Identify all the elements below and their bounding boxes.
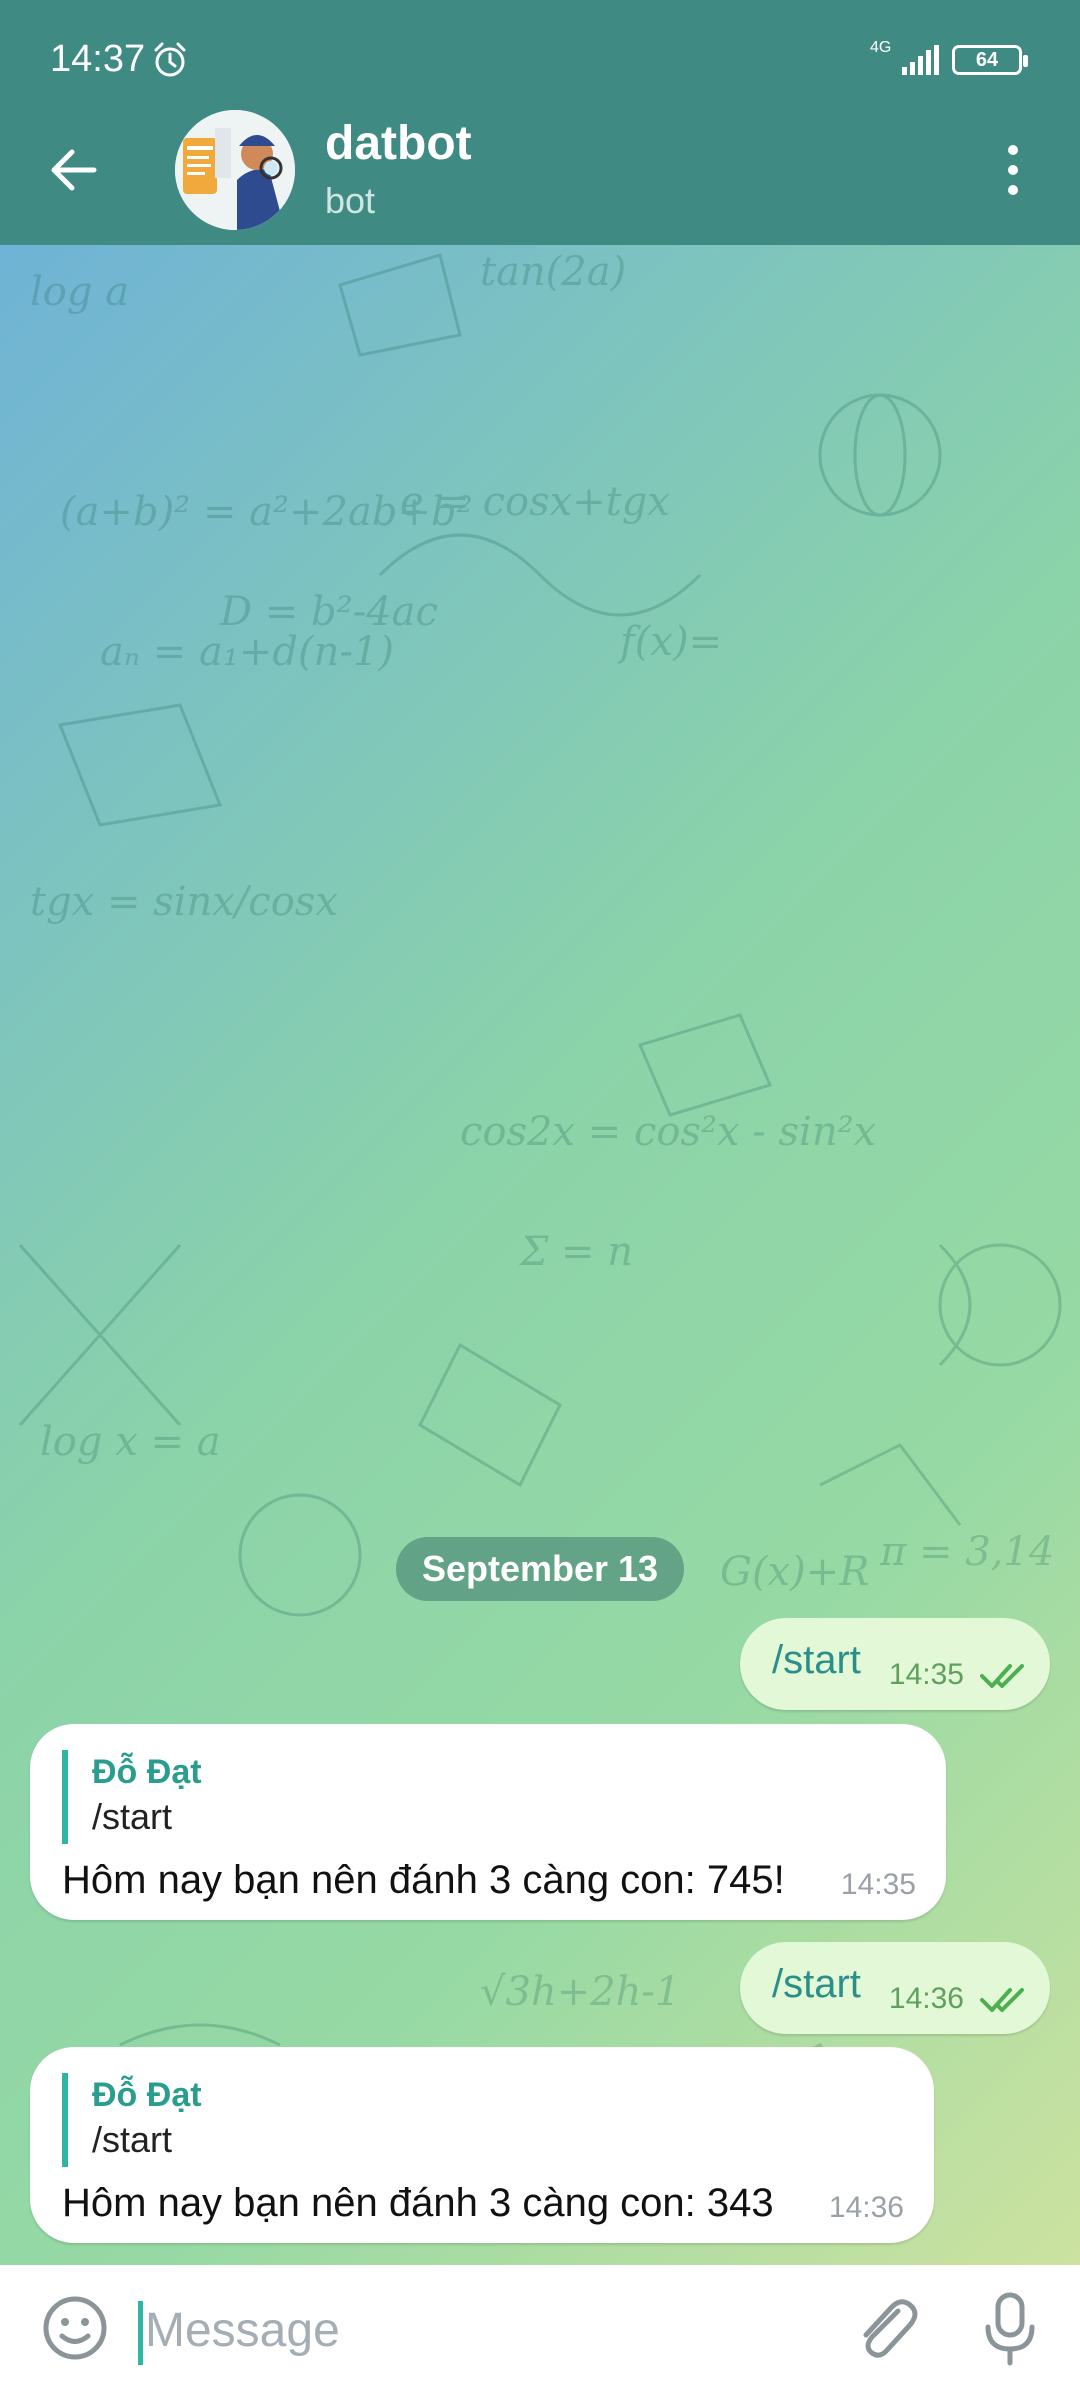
incoming-message[interactable]: Đỗ Đạt /start Hôm nay bạn nên đánh 3 càn…: [30, 1724, 946, 1920]
paperclip-icon[interactable]: [850, 2291, 920, 2367]
date-separator: September 13: [396, 1537, 684, 1601]
status-bar: 14:37 4G 64: [0, 0, 1080, 120]
reply-author: Đỗ Đạt: [92, 2076, 202, 2114]
reply-author: Đỗ Đạt: [92, 1753, 202, 1791]
smiley-icon[interactable]: [40, 2293, 110, 2363]
double-check-icon: [980, 1988, 1024, 2012]
top-bar: 14:37 4G 64 datbot bot: [0, 0, 1080, 245]
message-text: Hôm nay bạn nên đánh 3 càng con: 745!: [62, 1858, 785, 1902]
message-time: 14:35: [888, 1658, 964, 1691]
chat-title: datbot: [325, 117, 472, 170]
outgoing-message[interactable]: /start 14:36: [740, 1942, 1050, 2034]
message-time: 14:35: [840, 1868, 916, 1901]
message-composer: [0, 2265, 1080, 2400]
svg-text:tgx = sinx/cosx: tgx = sinx/cosx: [30, 879, 338, 925]
vertical-dots-icon[interactable]: [995, 140, 1031, 200]
svg-text:e = cosx+tgx: e = cosx+tgx: [400, 479, 670, 525]
svg-text:π = 3,14: π = 3,14: [879, 1529, 1054, 1575]
chat-subtitle: bot: [325, 180, 376, 221]
double-check-icon: [980, 1664, 1024, 1688]
alarm-clock-icon: [154, 42, 186, 77]
message-time: 14:36: [888, 1982, 964, 2015]
message-text: /start: [772, 1638, 861, 1682]
status-time: 14:37: [50, 38, 146, 80]
text-cursor: [138, 2301, 143, 2365]
message-time: 14:36: [828, 2191, 904, 2224]
microphone-icon[interactable]: [980, 2289, 1040, 2369]
outgoing-message[interactable]: /start 14:35: [740, 1618, 1050, 1710]
message-text: /start: [772, 1962, 861, 2006]
svg-text:f(x)=: f(x)=: [617, 619, 722, 665]
svg-text:cos2x = cos²x - sin²x: cos2x = cos²x - sin²x: [460, 1109, 876, 1155]
message-text: Hôm nay bạn nên đánh 3 càng con: 343: [62, 2181, 774, 2225]
svg-text:log a: log a: [30, 269, 129, 315]
svg-text:G(x)+R: G(x)+R: [720, 1549, 869, 1595]
chat-header: datbot bot: [0, 110, 1080, 245]
svg-text:Σ = n: Σ = n: [518, 1229, 633, 1275]
reply-text: /start: [92, 2119, 173, 2160]
chat-area[interactable]: log a tan(2a) (a+b)² = a²+2ab+b² e = cos…: [0, 245, 1080, 2265]
detective-illustration: [175, 110, 295, 230]
reply-quote[interactable]: Đỗ Đạt /start: [62, 1750, 202, 1844]
svg-text:log x = a: log x = a: [40, 1419, 221, 1465]
battery-indicator: 64: [952, 45, 1028, 75]
incoming-message[interactable]: Đỗ Đạt /start Hôm nay bạn nên đánh 3 càn…: [30, 2047, 934, 2243]
svg-text:tan(2a): tan(2a): [480, 249, 626, 295]
reply-quote[interactable]: Đỗ Đạt /start: [62, 2073, 202, 2167]
message-input[interactable]: [145, 2295, 765, 2365]
signal-icon: [902, 45, 939, 75]
svg-text:aₙ = a₁+d(n-1): aₙ = a₁+d(n-1): [100, 629, 394, 675]
network-type: 4G: [870, 39, 892, 56]
bot-avatar[interactable]: [175, 110, 295, 230]
arrow-left-icon[interactable]: [42, 138, 106, 202]
svg-text:√3h+2h-1: √3h+2h-1: [480, 1969, 680, 2015]
reply-text: /start: [92, 1796, 173, 1837]
